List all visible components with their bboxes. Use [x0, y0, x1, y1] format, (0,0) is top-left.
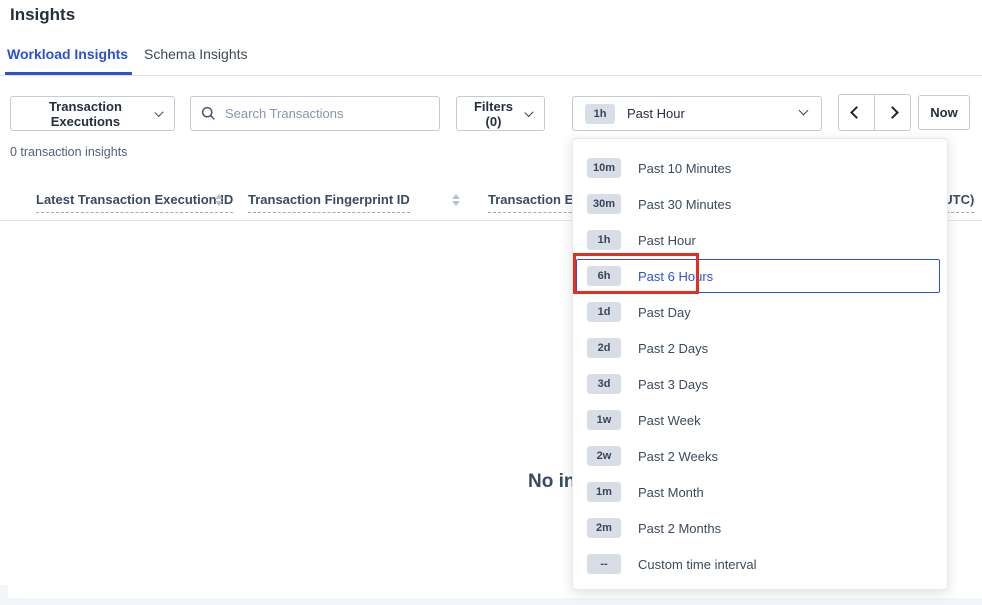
- page-title: Insights: [10, 5, 75, 25]
- time-option-badge: 1m: [587, 482, 621, 502]
- time-interval-badge: 1h: [585, 104, 615, 124]
- time-option-past-6-hours[interactable]: 6h Past 6 Hours: [573, 258, 947, 294]
- chevron-left-icon: [850, 106, 863, 119]
- tab-schema-insights[interactable]: Schema Insights: [144, 46, 248, 74]
- time-option-past-week[interactable]: 1w Past Week: [573, 402, 947, 438]
- search-input[interactable]: [190, 96, 440, 131]
- results-count: 0 transaction insights: [10, 145, 127, 159]
- chevron-right-icon: [886, 106, 899, 119]
- time-option-badge: 1d: [587, 302, 621, 322]
- time-option-badge: 6h: [587, 266, 621, 286]
- time-interval-dropdown: 10m Past 10 Minutes 30m Past 30 Minutes …: [572, 138, 948, 590]
- column-header-latest-transaction-execution-id[interactable]: Latest Transaction Execution ID: [36, 192, 233, 213]
- time-option-past-10-minutes[interactable]: 10m Past 10 Minutes: [573, 150, 947, 186]
- now-button-label: Now: [930, 105, 957, 120]
- time-option-badge: 30m: [587, 194, 621, 214]
- tab-label: Workload Insights: [7, 46, 128, 62]
- time-option-past-2-weeks[interactable]: 2w Past 2 Weeks: [573, 438, 947, 474]
- search-icon: [201, 106, 216, 121]
- time-interval-select[interactable]: 1h Past Hour: [572, 96, 822, 131]
- time-option-badge: 2m: [587, 518, 621, 538]
- time-option-past-2-months[interactable]: 2m Past 2 Months: [573, 510, 947, 546]
- next-interval-button[interactable]: [874, 94, 911, 131]
- sort-toggle-icon[interactable]: [215, 194, 223, 206]
- time-option-badge: 1h: [587, 230, 621, 250]
- time-option-custom-time-interval[interactable]: -- Custom time interval: [573, 546, 947, 582]
- page-background-strip: [0, 598, 982, 605]
- filters-button-label: Filters (0): [469, 99, 518, 129]
- time-option-past-month[interactable]: 1m Past Month: [573, 474, 947, 510]
- time-interval-label: Past Hour: [627, 106, 685, 121]
- sort-toggle-icon[interactable]: [452, 194, 460, 206]
- time-option-past-30-minutes[interactable]: 30m Past 30 Minutes: [573, 186, 947, 222]
- previous-interval-button[interactable]: [838, 94, 875, 131]
- chevron-down-icon: [154, 107, 163, 116]
- tab-label: Schema Insights: [144, 46, 248, 62]
- time-option-badge: --: [587, 554, 621, 574]
- chevron-down-icon: [799, 106, 809, 116]
- time-option-badge: 10m: [587, 158, 621, 178]
- chevron-down-icon: [524, 107, 533, 116]
- search-box: [190, 96, 440, 131]
- filters-button[interactable]: Filters (0): [456, 96, 545, 131]
- time-option-past-day[interactable]: 1d Past Day: [573, 294, 947, 330]
- time-option-past-3-days[interactable]: 3d Past 3 Days: [573, 366, 947, 402]
- time-option-badge: 2w: [587, 446, 621, 466]
- time-option-past-hour[interactable]: 1h Past Hour: [573, 222, 947, 258]
- entity-type-select[interactable]: Transaction Executions: [10, 96, 175, 131]
- column-header-transaction-fingerprint-id[interactable]: Transaction Fingerprint ID: [248, 192, 410, 213]
- time-option-past-2-days[interactable]: 2d Past 2 Days: [573, 330, 947, 366]
- time-pager: [838, 94, 911, 131]
- time-option-badge: 3d: [587, 374, 621, 394]
- time-option-badge: 2d: [587, 338, 621, 358]
- tab-workload-insights[interactable]: Workload Insights: [7, 46, 128, 74]
- tab-bar: Workload Insights Schema Insights: [0, 46, 982, 76]
- entity-type-select-label: Transaction Executions: [23, 99, 148, 129]
- now-button[interactable]: Now: [918, 95, 970, 130]
- time-option-badge: 1w: [587, 410, 621, 430]
